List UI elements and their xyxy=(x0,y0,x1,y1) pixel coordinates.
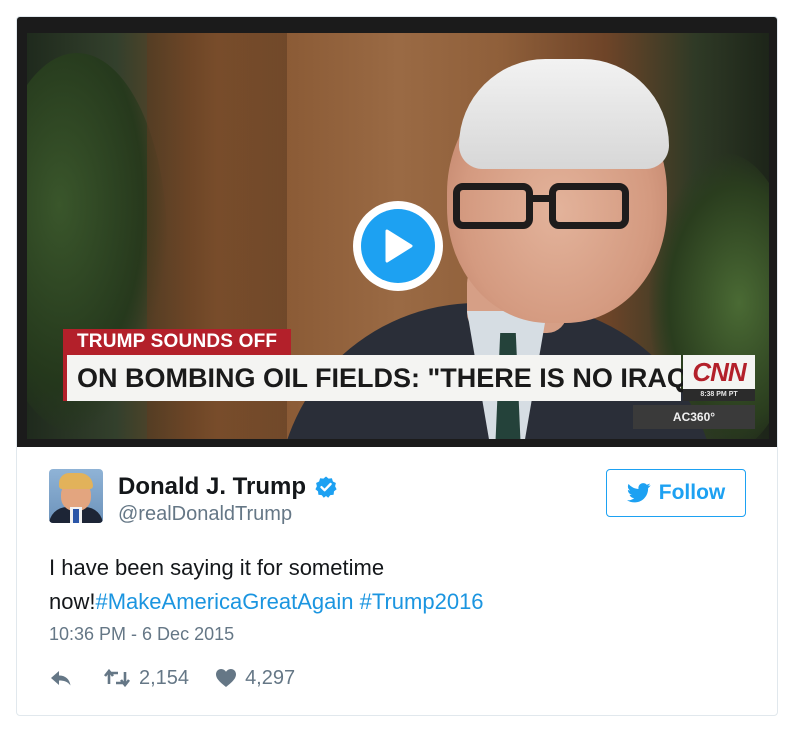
avatar-hair xyxy=(59,473,93,489)
retweet-count: 2,154 xyxy=(139,666,190,689)
follow-button[interactable]: Follow xyxy=(606,469,746,517)
avatar[interactable] xyxy=(49,469,103,523)
retweet-button[interactable]: 2,154 xyxy=(103,667,189,690)
avatar-tie xyxy=(73,509,79,523)
tweet-timestamp[interactable]: 10:36 PM - 6 Dec 2015 xyxy=(49,624,234,645)
retweet-icon xyxy=(103,668,131,688)
broadcast-time: 8:38 PM PT xyxy=(683,389,755,401)
glasses-right-lens xyxy=(549,183,629,229)
lower-third-label: TRUMP SOUNDS OFF xyxy=(63,329,292,355)
lower-third-headline: ON BOMBING OIL FIELDS: "THERE IS NO IRAQ… xyxy=(63,355,701,401)
reply-icon xyxy=(51,671,71,686)
play-button-circle xyxy=(361,209,435,283)
show-bug: AC360° xyxy=(633,405,755,429)
play-icon xyxy=(385,229,413,263)
presenter-hair xyxy=(459,59,669,169)
like-count: 4,297 xyxy=(245,666,296,689)
video-player[interactable]: TRUMP SOUNDS OFF ON BOMBING OIL FIELDS: … xyxy=(17,17,777,447)
like-button[interactable]: 4,297 xyxy=(215,667,295,690)
display-name-text: Donald J. Trump xyxy=(118,473,307,500)
tweet-actions: 2,154 4,297 xyxy=(49,665,295,691)
user-handle[interactable]: @realDonaldTrump xyxy=(118,503,292,526)
play-button[interactable] xyxy=(353,201,443,291)
hashtag-link[interactable]: #Trump2016 xyxy=(360,589,484,614)
glasses-bridge xyxy=(527,195,553,202)
glasses-left-lens xyxy=(453,183,533,229)
embedded-tweet-card: TRUMP SOUNDS OFF ON BOMBING OIL FIELDS: … xyxy=(16,16,778,716)
verified-badge-icon xyxy=(315,476,337,498)
heart-icon xyxy=(216,669,237,687)
twitter-bird-icon xyxy=(626,483,651,503)
reply-button[interactable] xyxy=(49,668,73,688)
cnn-logo: CNN xyxy=(683,355,755,389)
tweet-text: I have been saying it for sometime now!#… xyxy=(49,551,609,619)
hashtag-link[interactable]: #MakeAmericaGreatAgain xyxy=(95,589,353,614)
follow-label: Follow xyxy=(658,481,726,504)
display-name[interactable]: Donald J. Trump xyxy=(118,473,338,501)
